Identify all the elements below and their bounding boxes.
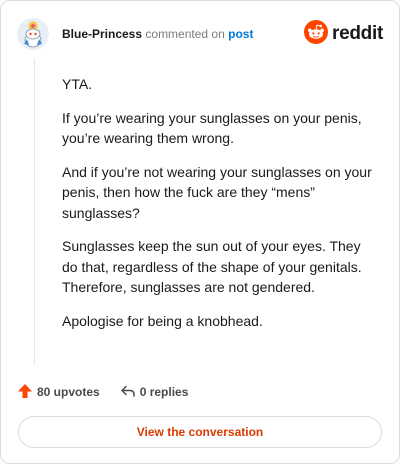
comment-byline: Blue-Princess commented on post <box>62 27 253 41</box>
upvotes-count: 80 upvotes <box>37 385 100 399</box>
view-conversation-button[interactable]: View the conversation <box>18 416 382 448</box>
action-text: commented on <box>145 27 225 41</box>
upvotes-stat[interactable]: 80 upvotes <box>17 383 100 402</box>
comment-paragraph: And if you’re not wearing your sunglasse… <box>62 163 372 221</box>
comment-paragraph: Sunglasses keep the sun out of your eyes… <box>62 238 362 295</box>
snoo-avatar-icon[interactable] <box>17 18 49 50</box>
thread-line <box>34 58 35 365</box>
post-link[interactable]: post <box>228 27 253 41</box>
replies-stat[interactable]: 0 replies <box>120 383 189 402</box>
comment-paragraph: If you’re wearing your sunglasses on you… <box>62 109 362 147</box>
reddit-brand[interactable]: reddit <box>304 19 383 49</box>
username-link[interactable]: Blue-Princess <box>62 27 142 41</box>
reddit-logo-icon <box>304 19 329 49</box>
comment-stats: 80 upvotes 0 replies <box>17 382 188 402</box>
comment-header: Blue-Princess commented on post reddit <box>17 18 383 50</box>
embedded-comment-card: Blue-Princess commented on post reddit Y… <box>0 0 400 464</box>
reddit-wordmark: reddit <box>332 23 383 44</box>
comment-paragraph: YTA. <box>62 76 93 92</box>
reply-arrow-icon <box>120 383 136 402</box>
comment-paragraph: Apologise for being a knobhead. <box>62 312 263 329</box>
comment-body: YTA. If you’re wearing your sunglasses o… <box>62 74 380 344</box>
upvote-arrow-icon <box>17 383 33 402</box>
replies-count: 0 replies <box>139 385 189 399</box>
